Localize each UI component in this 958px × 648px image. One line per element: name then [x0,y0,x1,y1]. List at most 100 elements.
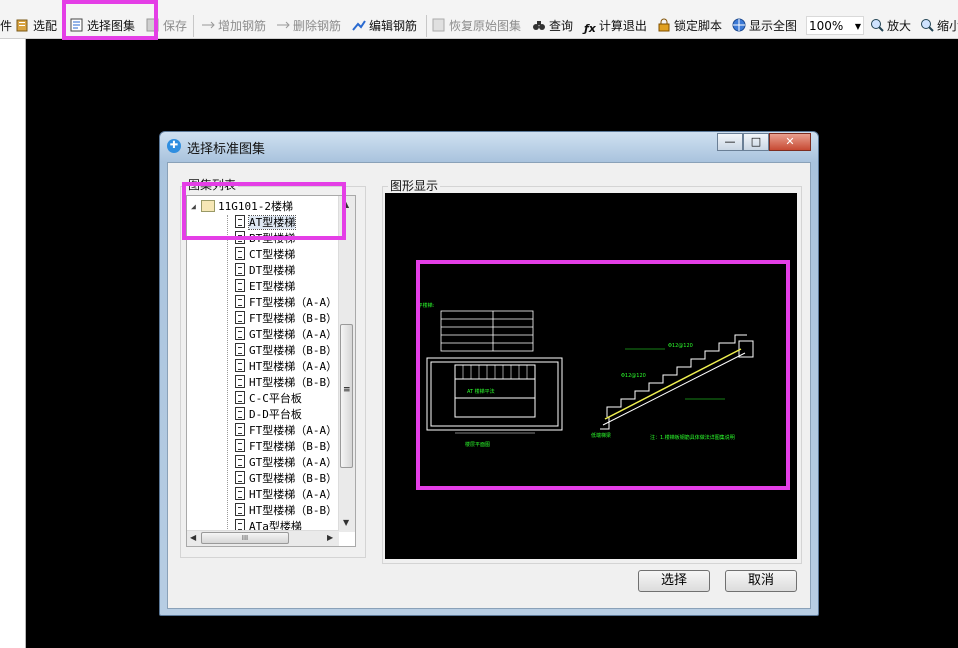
scroll-left-icon[interactable]: ◀ [190,533,196,542]
tree-item[interactable]: ET型楼梯 [235,279,295,295]
stair-drawing: ·平楼梯: AT 楼梯平法 楼层平面图 Φ12@120 Φ12@120 低端梯梁… [416,302,754,448]
document-icon [235,343,245,356]
toolbar-save-button[interactable]: 保存 [146,17,187,35]
toolbar-restore-atlas-button[interactable]: 恢复原始图集 [432,17,521,35]
toolbar-add-rebar-button[interactable]: 增加钢筋 [201,17,266,35]
tree-root-node[interactable]: ◢ 11G101-2楼梯 [191,199,293,215]
window-controls: — □ ✕ [717,133,811,152]
document-icon [235,375,245,388]
tree-item[interactable]: HT型楼梯（A-A） [235,487,337,503]
tree-item[interactable]: FT型楼梯（B-B） [235,439,337,455]
toolbar-query-button[interactable]: 查询 [532,17,573,35]
document-icon [235,391,245,404]
grip-icon: ≡ [343,385,351,395]
tree-item-label: FT型楼梯（A-A） [249,296,338,309]
tree-item[interactable]: BT型楼梯 [235,231,295,247]
tree-item-label: DT型楼梯 [249,264,296,277]
preview-label: 图形显示 [388,177,441,194]
globe-icon [732,18,746,32]
toolbar-separator [193,15,194,37]
tree-item-label: FT型楼梯（B-B） [249,312,338,325]
fx-icon: ƒx [584,22,596,35]
document-icon [235,503,245,516]
zoom-select[interactable]: 100% ▼ [806,16,864,35]
chevron-down-icon: ▼ [854,22,861,31]
toolbar-zoom-in-button[interactable]: 放大 [870,17,911,35]
toolbar-zoom-out-button[interactable]: 缩小 [920,17,958,35]
close-button[interactable]: ✕ [769,133,811,151]
tree-item[interactable]: GT型楼梯（A-A） [235,455,337,471]
toolbar-show-full-button[interactable]: 显示全图 [732,17,797,35]
select-button[interactable]: 选择 [638,570,710,592]
tree-horizontal-scrollbar[interactable]: ◀ III ▶ [187,530,339,546]
cad-text: Φ12@120 [668,343,693,349]
tree-item-label: BT型楼梯 [249,232,296,245]
main-toolbar: 件 选配 选择图集 保存 增加钢筋 删除钢筋 编辑钢筋 恢复原始图集 查询 ƒx… [0,0,958,39]
tree-item[interactable]: FT型楼梯（A-A） [235,295,337,311]
tree-item-label: ET型楼梯 [249,280,296,293]
tree-item[interactable]: D-D平台板 [235,407,302,423]
scroll-right-icon[interactable]: ▶ [327,533,333,542]
tree-item[interactable]: HT型楼梯（B-B） [235,503,337,519]
cad-text: 低端梯梁 [591,432,611,439]
toolbar-edit-rebar-button[interactable]: 编辑钢筋 [352,17,417,35]
scroll-thumb[interactable]: ≡ [340,324,353,468]
toolbar-item-partial[interactable]: 件 [0,17,12,35]
toolbar-calc-exit-button[interactable]: ƒx 计算退出 [584,17,647,35]
hscroll-thumb[interactable]: III [201,532,289,544]
tree-item[interactable]: HT型楼梯（B-B） [235,375,337,391]
select-icon [16,19,28,32]
atlas-tree[interactable]: ◢ 11G101-2楼梯 AT型楼梯 BT型楼梯 CT型楼梯 DT型楼梯 ET型楼梯 FT… [186,195,356,547]
tree-item-label: FT型楼梯（A-A） [249,424,338,437]
toolbar-select-atlas-button[interactable]: 选择图集 [70,17,135,35]
document-icon [235,263,245,276]
tree-item-label: C-C平台板 [249,392,302,405]
tree-item-label: HT型楼梯（A-A） [249,360,338,373]
tree-item[interactable]: C-C平台板 [235,391,302,407]
atlas-icon [70,18,83,32]
tree-item-label: HT型楼梯（A-A） [249,488,338,501]
toolbar-select-config-button[interactable]: 选配 [16,17,57,35]
tree-item[interactable]: FT型楼梯（A-A） [235,423,337,439]
tree-item[interactable]: GT型楼梯（B-B） [235,343,337,359]
document-icon [235,423,245,436]
tree-item-label: D-D平台板 [249,408,302,421]
cancel-button[interactable]: 取消 [725,570,797,592]
tree-item[interactable]: GT型楼梯（A-A） [235,327,337,343]
dialog-title: 选择标准图集 [187,142,266,157]
document-icon [235,327,245,340]
lock-icon [658,18,670,32]
left-panel [0,39,26,648]
toolbar-lock-script-button[interactable]: 锁定脚本 [657,17,722,35]
add-rebar-icon [202,21,215,29]
document-icon [235,231,245,244]
maximize-button[interactable]: □ [743,133,769,151]
document-icon [235,487,245,500]
edit-rebar-icon [352,20,366,31]
tree-item[interactable]: FT型楼梯（B-B） [235,311,337,327]
tree-item[interactable]: DT型楼梯 [235,263,295,279]
tree-item[interactable]: AT型楼梯 [235,215,297,231]
tree-vertical-scrollbar[interactable]: ▲ ≡ ▼ [338,196,355,532]
minimize-button[interactable]: — [717,133,743,151]
restore-icon [432,18,445,32]
scroll-down-icon[interactable]: ▼ [343,518,349,527]
tree-item[interactable]: CT型楼梯 [235,247,295,263]
zoom-in-icon [871,19,884,32]
tree-item[interactable]: GT型楼梯（B-B） [235,471,337,487]
scroll-up-icon[interactable]: ▲ [343,200,349,209]
tree-item[interactable]: HT型楼梯（A-A） [235,359,337,375]
toolbar-delete-rebar-button[interactable]: 删除钢筋 [276,17,341,35]
atlas-list-label: 图集列表 [186,176,239,193]
document-icon [235,407,245,420]
dialog-app-icon: ✚ [167,139,181,153]
document-icon [235,295,245,308]
book-icon [201,200,215,212]
tree-item-label: HT型楼梯（B-B） [249,504,338,517]
document-icon [235,439,245,452]
document-icon [235,455,245,468]
collapse-icon[interactable]: ◢ [191,199,196,215]
binoculars-icon [533,21,545,30]
document-icon [235,471,245,484]
tree-item-label: FT型楼梯（B-B） [249,440,338,453]
